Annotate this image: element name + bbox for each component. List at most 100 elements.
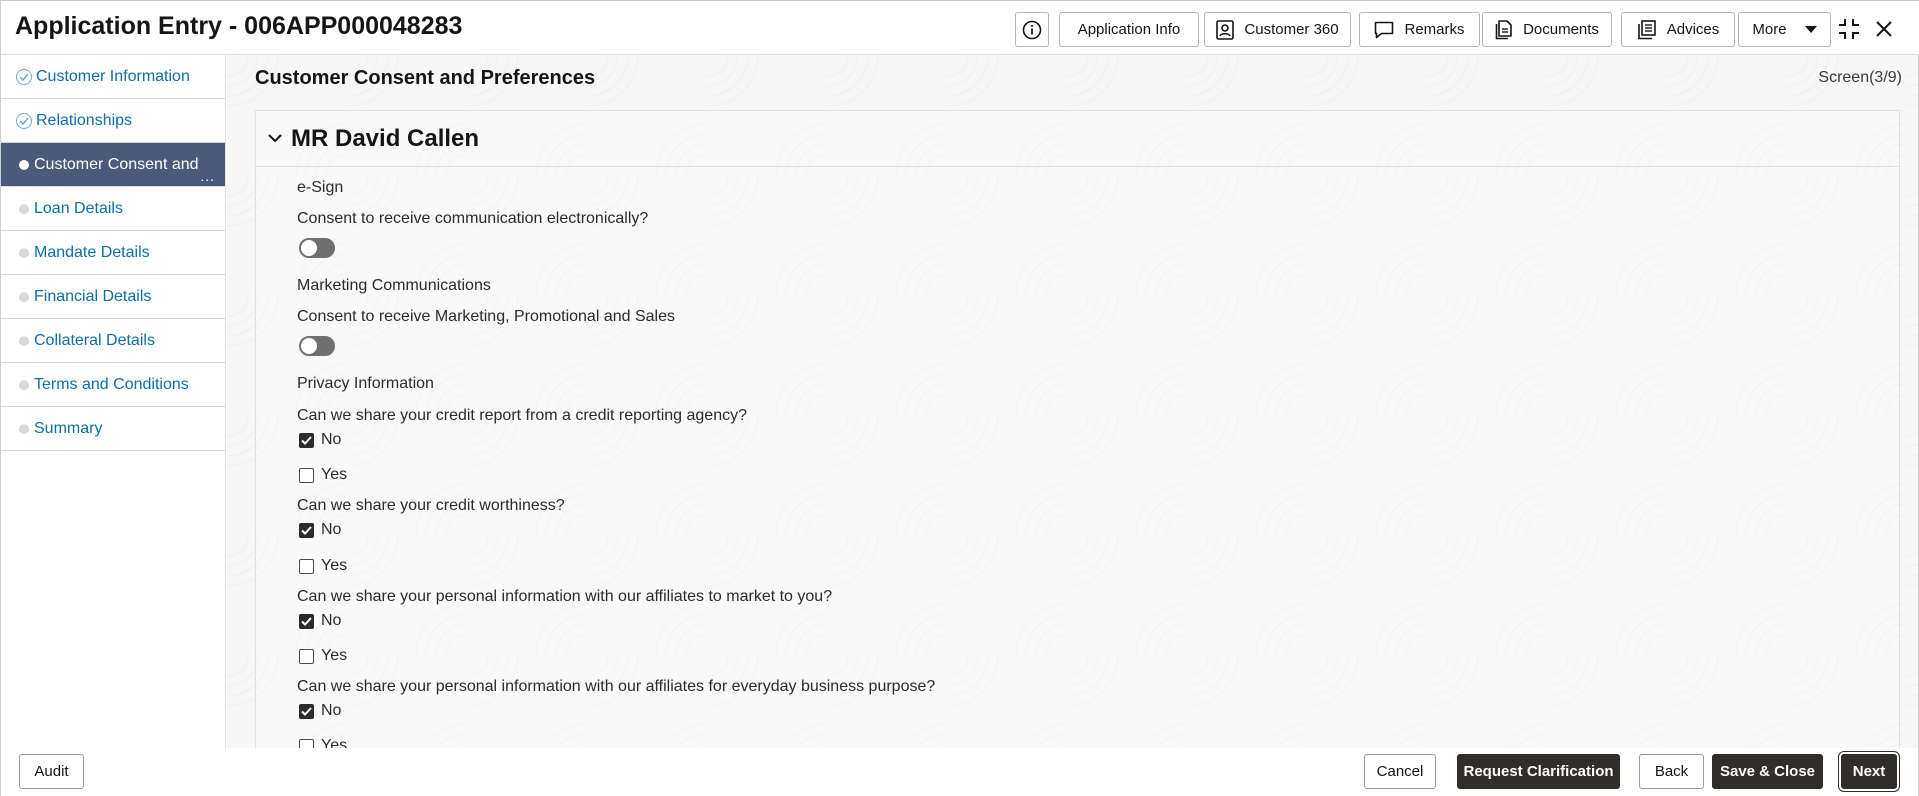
sidebar-item-mandate-details[interactable]: Mandate Details — [1, 231, 225, 275]
checkbox-checked-icon — [299, 522, 314, 538]
customer-360-label: Customer 360 — [1244, 21, 1339, 38]
customer-name: MR David Callen — [291, 125, 480, 152]
sidebar-item-label: Collateral Details — [34, 331, 155, 349]
info-icon — [1022, 20, 1042, 39]
sidebar-item-customer-information[interactable]: Customer Information — [1, 55, 225, 99]
sidebar-item-label: Mandate Details — [34, 243, 150, 261]
remarks-icon — [1375, 21, 1394, 38]
checkbox-checked-icon — [299, 703, 314, 719]
footer-toolbar: Audit Cancel Request Clarification Back … — [1, 748, 1918, 796]
check-icon — [16, 69, 32, 85]
customer-360-button[interactable]: Customer 360 — [1204, 12, 1351, 47]
checkbox-unchecked-icon — [299, 648, 314, 664]
screen-counter: Screen(3/9) — [1818, 69, 1902, 86]
esign-toggle[interactable] — [299, 238, 335, 258]
checkbox-unchecked-icon — [299, 558, 314, 574]
marketing-question: Consent to receive Marketing, Promotiona… — [297, 308, 675, 325]
checkbox-unchecked-icon — [299, 467, 314, 483]
overflow-ellipsis: ... — [200, 168, 215, 184]
privacy-question-3: Can we share your personal information w… — [297, 588, 833, 605]
checkbox-label: Yes — [321, 647, 348, 664]
checkbox-label: No — [321, 612, 342, 629]
privacy-question-1: Can we share your credit report from a c… — [297, 407, 747, 424]
page-title: Application Entry - 006APP000048283 — [15, 12, 463, 40]
remarks-button[interactable]: Remarks — [1359, 12, 1480, 47]
close-icon — [1876, 21, 1892, 37]
step-navigation: Customer Information Relationships Custo… — [1, 55, 226, 748]
checkbox-no[interactable]: No — [299, 429, 341, 451]
toggle-knob — [301, 240, 317, 256]
checkbox-label: Yes — [321, 557, 348, 574]
checkbox-checked-icon — [299, 432, 314, 448]
pending-step-dot-icon — [19, 203, 29, 214]
advices-icon — [1637, 19, 1656, 39]
chevron-down-icon — [268, 134, 282, 143]
collapse-button[interactable] — [1836, 16, 1862, 42]
more-button[interactable]: More — [1738, 12, 1831, 47]
pending-step-dot-icon — [19, 423, 29, 434]
documents-label: Documents — [1523, 21, 1599, 38]
checkbox-label: No — [321, 702, 342, 719]
sidebar-item-loan-details[interactable]: Loan Details — [1, 187, 225, 231]
checkbox-yes[interactable]: Yes — [299, 735, 347, 748]
documents-button[interactable]: Documents — [1482, 12, 1612, 47]
info-button[interactable] — [1015, 12, 1049, 47]
checkbox-unchecked-icon — [299, 738, 314, 748]
collapse-icon — [1839, 19, 1859, 39]
checkbox-label: Yes — [321, 737, 348, 748]
sidebar-item-label: Customer Information — [36, 67, 190, 85]
sidebar-item-relationships[interactable]: Relationships — [1, 99, 225, 143]
pending-step-dot-icon — [19, 379, 29, 390]
checkbox-label: No — [321, 431, 342, 448]
checkbox-checked-icon — [299, 613, 314, 629]
customer-panel: MR David Callen e-Sign Consent to receiv… — [255, 110, 1900, 748]
sidebar-item-summary[interactable]: Summary — [1, 407, 225, 451]
checkbox-no[interactable]: No — [299, 610, 341, 632]
privacy-heading: Privacy Information — [297, 375, 434, 392]
save-and-close-button[interactable]: Save & Close — [1712, 754, 1823, 789]
application-info-label: Application Info — [1077, 21, 1181, 38]
checkbox-yes[interactable]: Yes — [299, 645, 347, 667]
checkbox-label: Yes — [321, 466, 348, 483]
cancel-button[interactable]: Cancel — [1364, 754, 1436, 789]
advices-label: Advices — [1666, 21, 1720, 38]
chevron-down-icon — [1804, 25, 1817, 33]
advices-button[interactable]: Advices — [1621, 12, 1735, 47]
marketing-toggle[interactable] — [299, 336, 335, 356]
sidebar-item-label: Financial Details — [34, 287, 152, 305]
active-step-dot-icon — [19, 159, 29, 170]
checkbox-yes[interactable]: Yes — [299, 464, 347, 486]
remarks-label: Remarks — [1404, 21, 1465, 38]
check-icon — [16, 113, 32, 129]
sidebar-item-collateral-details[interactable]: Collateral Details — [1, 319, 225, 363]
checkbox-no[interactable]: No — [299, 700, 341, 722]
request-clarification-button[interactable]: Request Clarification — [1457, 754, 1620, 789]
checkbox-label: No — [321, 521, 342, 538]
more-label: More — [1752, 21, 1787, 38]
sidebar-item-label: Customer Consent and — [34, 155, 199, 173]
documents-icon — [1495, 19, 1512, 39]
sidebar-item-financial-details[interactable]: Financial Details — [1, 275, 225, 319]
pending-step-dot-icon — [19, 291, 29, 302]
sidebar-item-label: Loan Details — [34, 199, 123, 217]
customer-section-header[interactable]: MR David Callen — [256, 111, 1899, 167]
section-title: Customer Consent and Preferences — [255, 67, 596, 89]
esign-heading: e-Sign — [297, 179, 344, 196]
checkbox-yes[interactable]: Yes — [299, 555, 347, 577]
pending-step-dot-icon — [19, 335, 29, 346]
next-button[interactable]: Next — [1838, 751, 1900, 792]
privacy-question-2: Can we share your credit worthiness? — [297, 497, 565, 514]
application-info-button[interactable]: Application Info — [1059, 12, 1199, 47]
audit-button[interactable]: Audit — [19, 754, 84, 789]
sidebar-item-label: Terms and Conditions — [34, 375, 189, 393]
esign-question: Consent to receive communication electro… — [297, 210, 649, 227]
header: Application Entry - 006APP000048283 Appl… — [1, 1, 1919, 55]
back-button[interactable]: Back — [1639, 754, 1704, 789]
checkbox-no[interactable]: No — [299, 519, 341, 541]
sidebar-item-customer-consent[interactable]: Customer Consent and ... — [1, 143, 225, 187]
marketing-heading: Marketing Communications — [297, 277, 491, 294]
pending-step-dot-icon — [19, 247, 29, 258]
sidebar-item-terms-and-conditions[interactable]: Terms and Conditions — [1, 363, 225, 407]
close-button[interactable] — [1871, 16, 1897, 42]
toggle-knob — [301, 338, 317, 354]
